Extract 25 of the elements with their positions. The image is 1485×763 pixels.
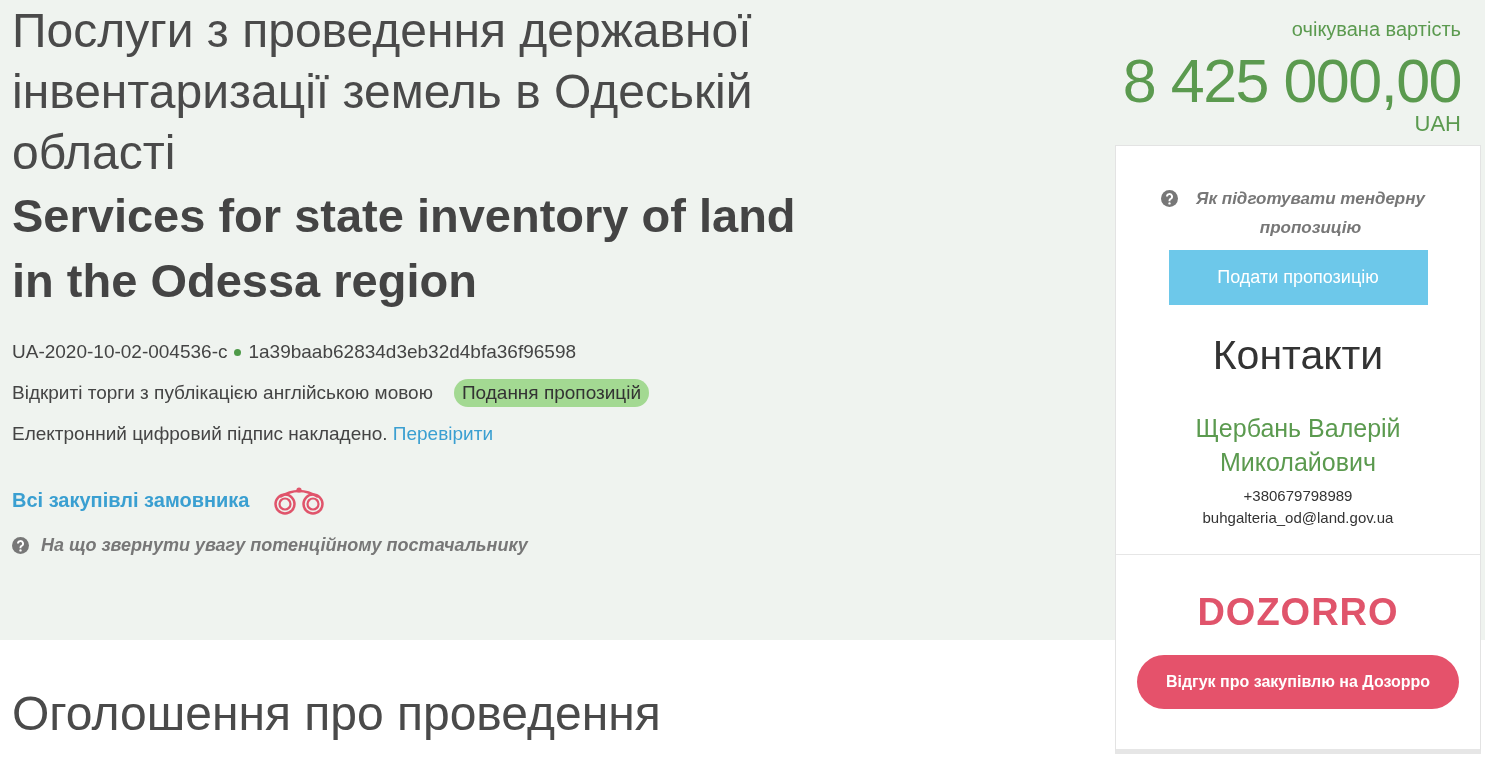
status-badge: Подання пропозицій: [453, 379, 650, 407]
help-icon: [12, 537, 29, 554]
section-heading: Оголошення про проведення: [12, 686, 662, 742]
tender-id: UA-2020-10-02-004536-c: [12, 340, 228, 364]
verify-link[interactable]: Перевірити: [392, 423, 493, 444]
tender-title-english: Services for state inventory of land in the Odessa region: [12, 188, 797, 309]
expected-value-amount: 8 425 000,00: [1122, 50, 1461, 112]
submit-bid-button[interactable]: Подати пропозицію: [1168, 250, 1428, 305]
expected-value-caption: очікувана вартість: [1291, 17, 1461, 42]
supplier-hint-link[interactable]: На що звернути увагу потенційному постачальнику: [41, 535, 528, 556]
help-icon: [1160, 190, 1178, 207]
bid-guide-link[interactable]: Як підготувати тендерну пропозицію: [1185, 184, 1436, 242]
contacts-heading: Контакти: [1212, 331, 1384, 380]
contact-phone: +380679798989: [1243, 486, 1353, 506]
feedback-button[interactable]: Відгук про закупівлю на Дозорро: [1137, 655, 1459, 709]
contact-name: Щербань Валерій Миколайович: [1194, 413, 1402, 478]
procedure-type: Відкриті торги з публікацією англійською мовою: [12, 381, 433, 405]
buyer-tenders-link[interactable]: Всі закупівлі замовника: [12, 488, 250, 512]
tender-title: Послуги з проведення державної інвентаризації земель в Одеській області: [12, 3, 754, 181]
separator-dot-icon: [234, 348, 242, 356]
currency-label: UAH: [1414, 112, 1461, 136]
tender-hash: 1a39baab62834d3eb32d4bfa36f96598: [248, 340, 577, 364]
contact-email: buhgalteria_od@land.gov.ua: [1202, 508, 1394, 528]
logo-wordmark: DOZORRO: [1197, 593, 1399, 631]
signature-note: Електронний цифровий підпис накладено. Перевірити: [12, 422, 494, 446]
